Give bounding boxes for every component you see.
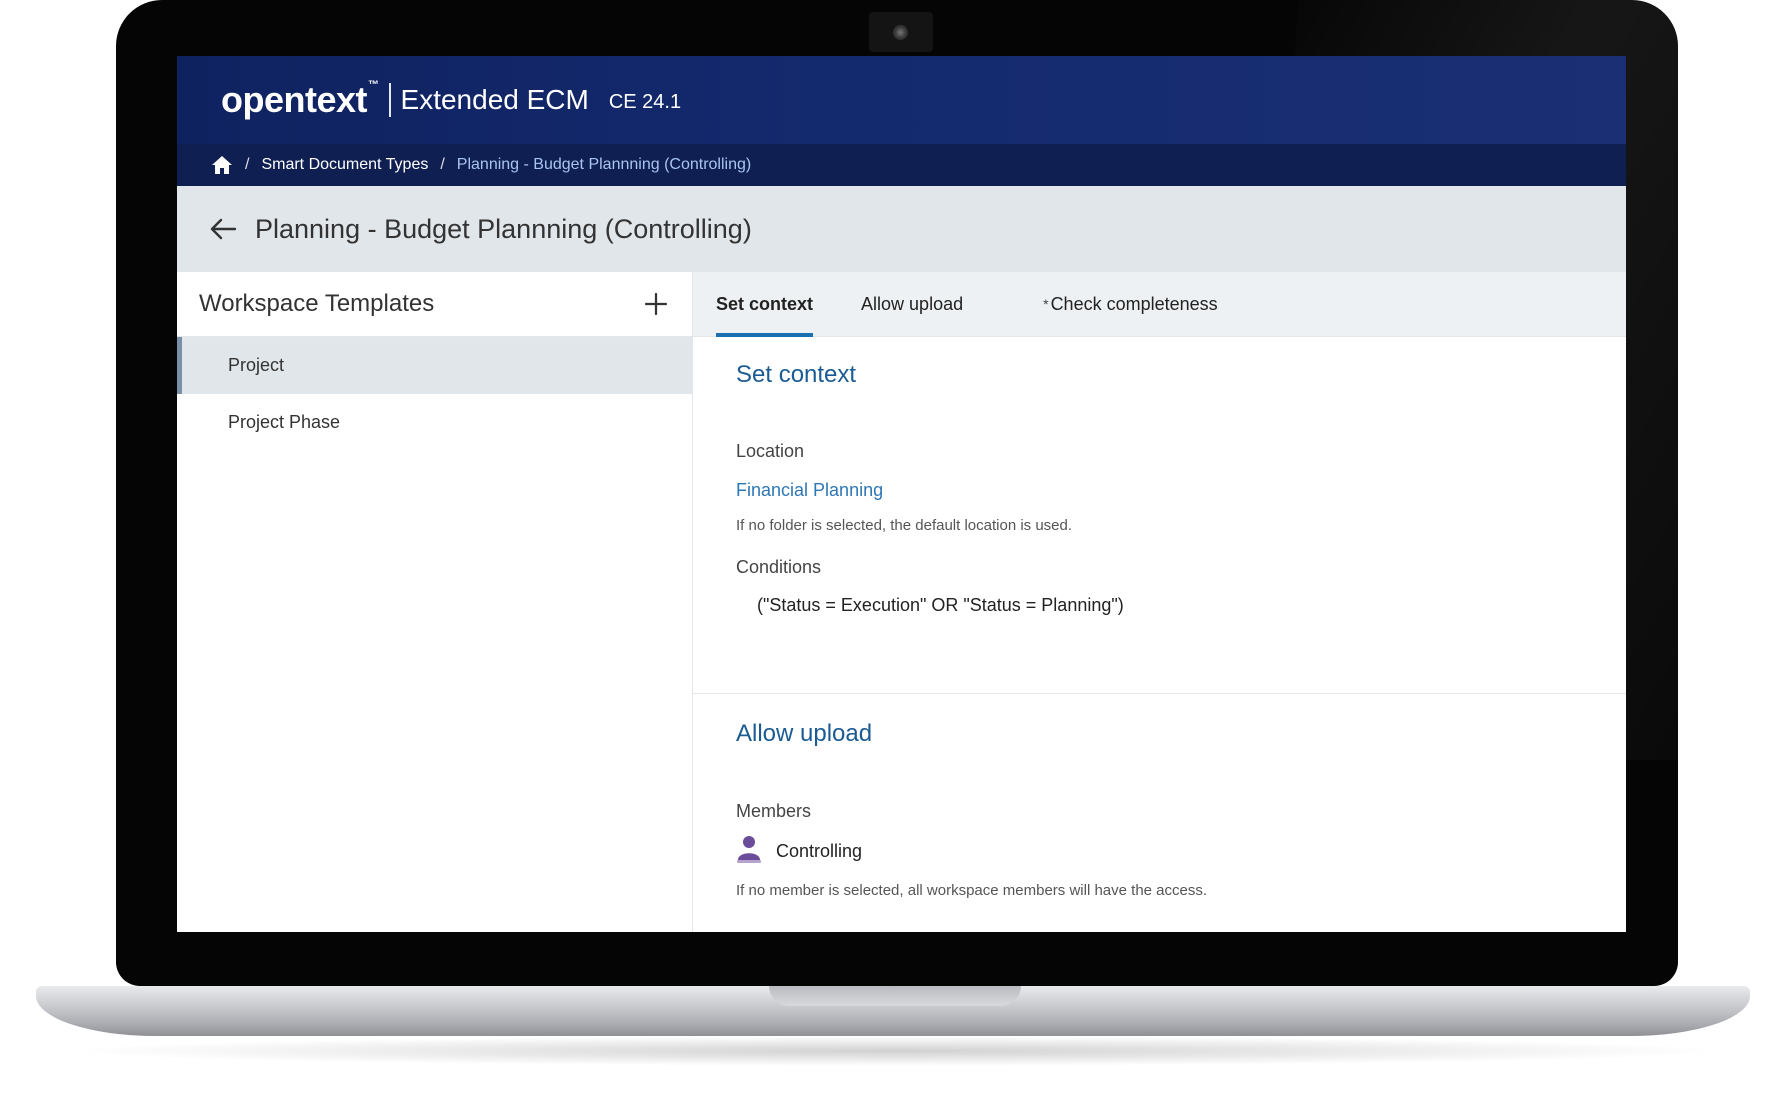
breadcrumb-current: Planning - Budget Plannning (Controlling… — [456, 156, 752, 173]
template-item-label: Project Phase — [228, 412, 341, 432]
location-hint: If no folder is selected, the default lo… — [736, 517, 1073, 534]
tab-allow-upload[interactable]: Allow upload — [861, 272, 963, 336]
masthead: opentext™ Extended ECM CE 24.1 — [177, 56, 1626, 144]
member-row[interactable]: Controlling — [736, 834, 862, 869]
app-screen: opentext™ Extended ECM CE 24.1 / Smart D… — [177, 56, 1626, 932]
set-context-title: Set context — [736, 361, 857, 388]
product-name: Extended ECM — [400, 84, 589, 115]
breadcrumb-separator: / — [245, 156, 250, 173]
allow-upload-title: Allow upload — [736, 720, 873, 747]
workspace-templates-header: Workspace Templates — [177, 272, 692, 337]
tab-check-completeness[interactable]: * Check completeness — [1043, 272, 1218, 336]
back-arrow-icon[interactable] — [207, 213, 239, 245]
workspace-templates-title: Workspace Templates — [199, 290, 435, 317]
tab-label: Allow upload — [861, 293, 964, 314]
laptop-base — [36, 986, 1750, 1036]
breadcrumb-smart-document-types[interactable]: Smart Document Types — [261, 156, 428, 174]
breadcrumb: / Smart Document Types / Planning - Budg… — [177, 144, 1626, 186]
user-icon — [736, 834, 762, 869]
brand-trademark: ™ — [368, 79, 379, 91]
title-bar: Planning - Budget Plannning (Controlling… — [177, 186, 1626, 272]
template-item-label: Project — [228, 355, 285, 375]
page-title: Planning - Budget Plannning (Controlling… — [255, 213, 752, 244]
location-label: Location — [736, 441, 805, 461]
laptop-notch — [769, 986, 1021, 1006]
home-icon[interactable] — [211, 154, 233, 176]
laptop-shadow — [60, 1036, 1730, 1066]
conditions-label: Conditions — [736, 557, 822, 577]
conditions-value: ("Status = Execution" OR "Status = Plann… — [757, 595, 1124, 615]
tab-set-context[interactable]: Set context — [716, 272, 814, 337]
tab-bar: Set context Allow upload * Check complete… — [693, 272, 1626, 337]
brand: opentext™ Extended ECM CE 24.1 — [221, 79, 681, 121]
required-marker: * — [1043, 296, 1049, 312]
breadcrumb-separator: / — [440, 156, 445, 173]
plus-icon[interactable] — [642, 290, 670, 318]
member-name: Controlling — [776, 841, 863, 861]
location-link[interactable]: Financial Planning — [736, 480, 883, 501]
allow-upload-section: Allow upload Members Controlling If no m… — [693, 694, 1626, 932]
brand-divider — [388, 83, 391, 117]
tab-label: Check completeness — [1050, 293, 1218, 314]
webcam-lens — [893, 25, 908, 40]
webcam — [869, 12, 933, 52]
tab-label: Set context — [716, 293, 814, 314]
rules-pane: Set context Allow upload * Check complete… — [693, 272, 1626, 932]
members-hint: If no member is selected, all workspace … — [736, 882, 1208, 899]
brand-logo: opentext™ — [221, 79, 379, 121]
template-item-project-phase[interactable]: Project Phase — [177, 394, 692, 451]
brand-logo-text: opentext — [221, 79, 368, 120]
set-context-section: Set context Location Financial Planning … — [693, 337, 1626, 693]
members-label: Members — [736, 801, 812, 821]
template-item-project[interactable]: Project — [177, 337, 692, 394]
product-version: CE 24.1 — [608, 90, 682, 113]
workspace-templates-pane: Workspace Templates Project Project Phas… — [177, 272, 693, 932]
